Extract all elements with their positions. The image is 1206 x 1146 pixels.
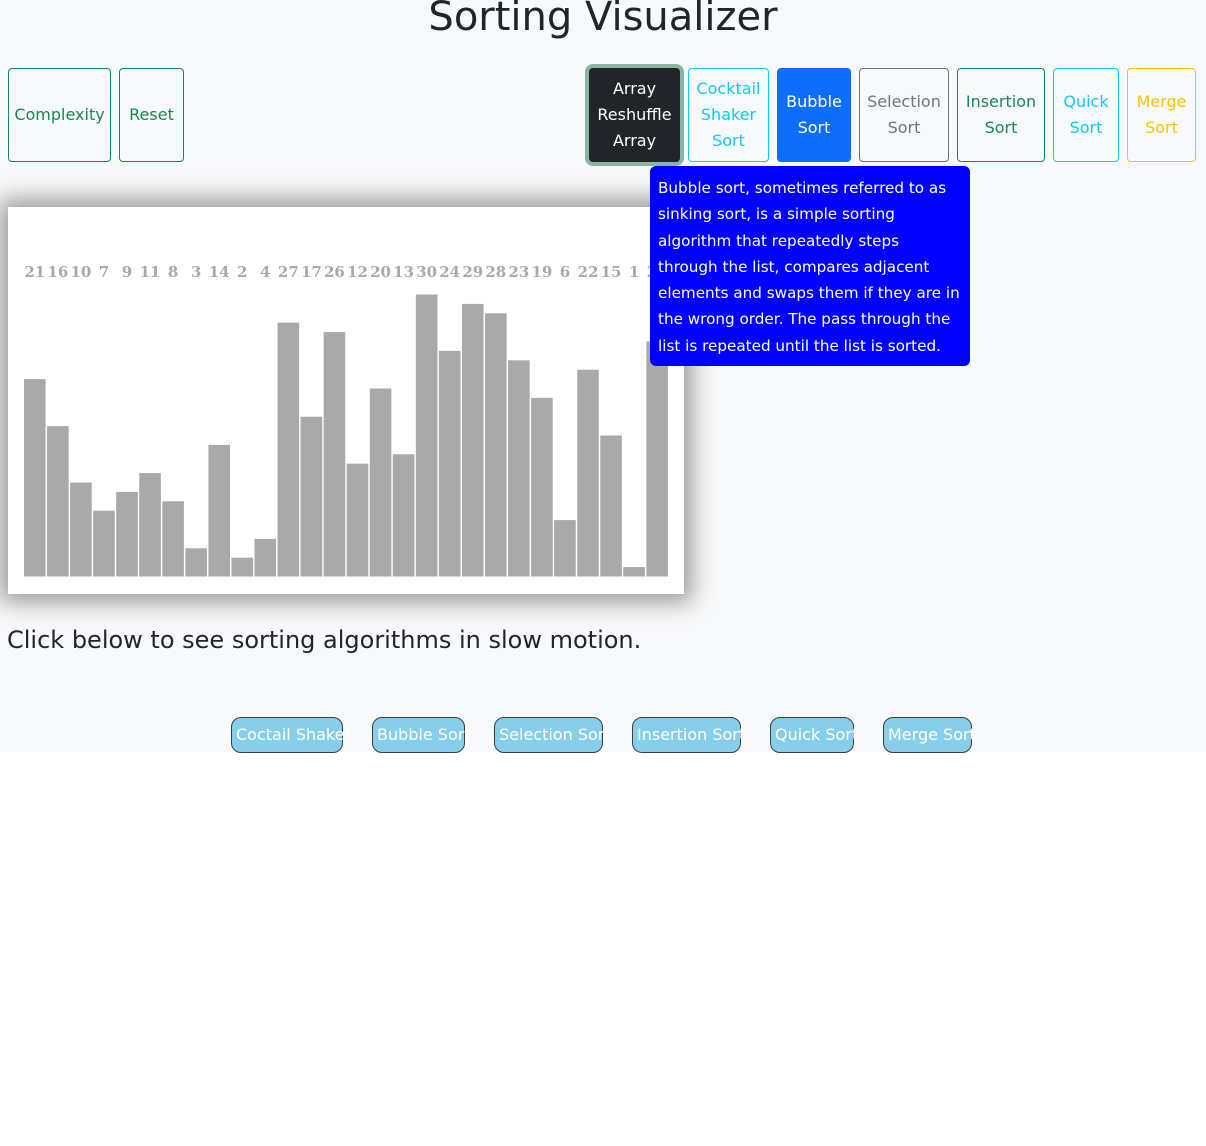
- bar-label-15: 20: [370, 263, 391, 281]
- bar-label-13: 26: [324, 263, 345, 281]
- bar-13: [323, 332, 346, 577]
- bar-2: [70, 482, 92, 577]
- bar-26: [623, 567, 645, 577]
- cocktail-shaker-sort-button[interactable]: Cocktail Shaker Sort: [688, 68, 769, 162]
- bar-16: [392, 454, 415, 577]
- selection-sort-button[interactable]: Selection Sort: [859, 68, 949, 162]
- quick-sort-button[interactable]: Quick Sort: [1053, 68, 1119, 162]
- bar-label-3: 7: [99, 263, 109, 281]
- bar-label-4: 9: [122, 263, 132, 281]
- bar-label-7: 3: [191, 263, 201, 281]
- instruction-caption: Click below to see sorting algorithms in…: [7, 626, 642, 654]
- bar-24: [577, 369, 599, 577]
- bar-label-16: 13: [393, 263, 414, 281]
- bar-15: [369, 388, 392, 577]
- bar-label-20: 28: [485, 263, 506, 281]
- quick-sort-animation-button[interactable]: Quick Sort: [770, 717, 858, 753]
- bar-label-1: 16: [47, 263, 68, 281]
- merge-sort-button[interactable]: Merge Sort: [1127, 68, 1196, 162]
- bar-20: [485, 313, 507, 577]
- bar-label-6: 8: [168, 263, 178, 281]
- bubble-sort-animation-button[interactable]: Bubble Sort: [372, 717, 471, 753]
- bar-label-18: 24: [439, 263, 460, 281]
- bar-label-14: 12: [347, 263, 368, 281]
- bar-label-23: 6: [560, 263, 570, 281]
- bar-label-2: 10: [70, 263, 91, 281]
- bar-label-10: 4: [260, 263, 270, 281]
- bar-3: [93, 510, 115, 577]
- bar-6: [162, 501, 184, 577]
- bar-11: [277, 322, 300, 577]
- bar-label-25: 15: [601, 263, 622, 281]
- bar-chart: 21 16 10 7 9 11 8 3 14 2 4 27 17 26 12 20 13 30 24 29 28 23 19…: [24, 263, 668, 577]
- bar-label-17: 30: [416, 263, 437, 281]
- insertion-sort-button[interactable]: Insertion Sort: [957, 68, 1045, 162]
- bar-19: [461, 303, 484, 577]
- bar-label-11: 27: [278, 263, 299, 281]
- bar-23: [554, 520, 576, 577]
- bar-0: [24, 379, 46, 577]
- bar-14: [346, 463, 369, 577]
- page-title: Sorting Visualizer: [428, 0, 778, 40]
- bar-label-9: 2: [237, 263, 247, 281]
- bar-21: [508, 360, 530, 577]
- selection-sort-animation-button[interactable]: Selection Sort: [494, 717, 611, 753]
- bar-9: [231, 557, 254, 577]
- bar-25: [600, 435, 622, 577]
- insertion-sort-animation-button[interactable]: Insertion Sort: [632, 717, 745, 753]
- bar-label-24: 22: [578, 263, 599, 281]
- bar-17: [415, 294, 438, 577]
- bar-label-8: 14: [209, 263, 230, 281]
- coctail-shaker-animation-button[interactable]: Coctail Shaker: [231, 717, 351, 753]
- bar-12: [300, 416, 323, 577]
- bubble-sort-button[interactable]: Bubble Sort: [777, 68, 851, 162]
- bar-label-26: 1: [629, 263, 639, 281]
- bar-label-19: 29: [462, 263, 483, 281]
- bar-4: [116, 491, 138, 577]
- bar-label-22: 19: [531, 263, 552, 281]
- reset-button[interactable]: Reset: [119, 68, 184, 162]
- bar-22: [531, 397, 553, 577]
- bar-label-0: 21: [24, 263, 45, 281]
- bar-1: [47, 426, 69, 577]
- bar-label-21: 23: [508, 263, 529, 281]
- bar-10: [254, 538, 277, 577]
- bar-8: [208, 444, 230, 577]
- reshuffle-array-button[interactable]: Array Reshuffle Array: [589, 68, 680, 162]
- bar-27: [646, 341, 668, 577]
- bar-7: [185, 548, 207, 577]
- bubble-sort-tooltip: Bubble sort, sometimes referred to as si…: [650, 166, 970, 366]
- bar-label-5: 11: [140, 263, 161, 281]
- chart-card: 21 16 10 7 9 11 8 3 14 2 4 27 17 26 12 20 13 30 24 29 28 23 19…: [8, 207, 684, 594]
- complexity-button[interactable]: Complexity: [8, 68, 111, 162]
- bar-5: [139, 473, 161, 577]
- bar-18: [438, 350, 461, 577]
- merge-sort-animation-button[interactable]: Merge Sort: [883, 717, 976, 753]
- bar-label-12: 17: [301, 263, 322, 281]
